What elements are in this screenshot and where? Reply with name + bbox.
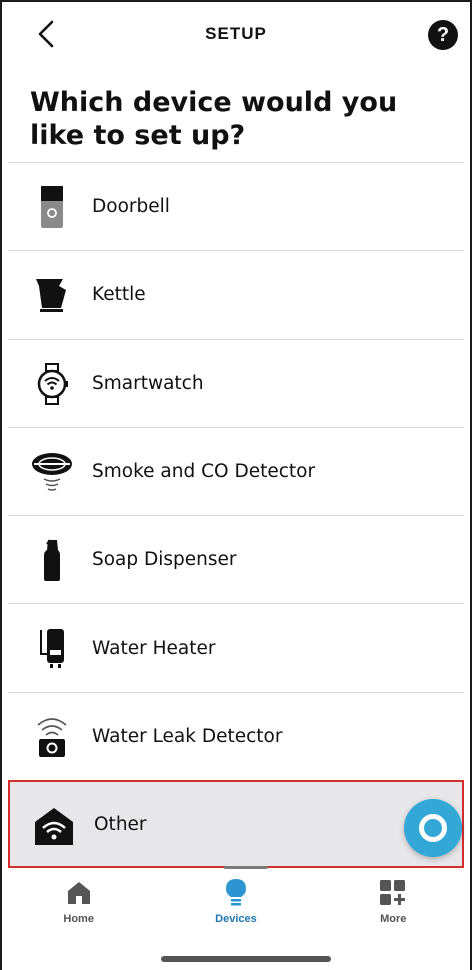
list-item-label: Smartwatch xyxy=(92,372,204,394)
list-item-smoke-detector[interactable]: Smoke and CO Detector xyxy=(8,426,464,515)
water-heater-icon xyxy=(30,626,74,670)
device-list: Doorbell Kettle Smartwatch Smoke and CO … xyxy=(8,162,464,869)
tab-label: More xyxy=(380,913,407,925)
list-item-doorbell[interactable]: Doorbell xyxy=(8,162,464,250)
soap-dispenser-icon xyxy=(30,538,74,582)
header: SETUP ? xyxy=(0,0,472,72)
list-item-water-heater[interactable]: Water Heater xyxy=(8,603,464,691)
list-item-label: Water Heater xyxy=(92,637,216,659)
list-item-label: Smoke and CO Detector xyxy=(92,461,316,483)
help-icon: ? xyxy=(436,23,450,46)
scroll-indicator xyxy=(224,866,268,869)
doorbell-icon xyxy=(30,185,74,229)
water-leak-detector-icon xyxy=(30,715,74,759)
tab-more[interactable]: More xyxy=(315,870,472,940)
list-item-label: Kettle xyxy=(92,284,146,306)
help-button[interactable]: ? xyxy=(428,20,458,50)
bottom-tab-bar: Home Devices More xyxy=(0,870,472,940)
list-item-soap-dispenser[interactable]: Soap Dispenser xyxy=(8,515,464,603)
kettle-icon xyxy=(30,273,74,317)
home-indicator xyxy=(161,956,331,962)
list-item-label: Doorbell xyxy=(92,196,170,218)
smartwatch-icon xyxy=(30,362,74,406)
grid-plus-icon xyxy=(378,878,408,908)
home-wifi-icon xyxy=(32,804,76,848)
smoke-detector-icon xyxy=(30,450,74,494)
tab-home[interactable]: Home xyxy=(0,870,157,940)
tab-devices[interactable]: Devices xyxy=(157,870,314,940)
alexa-button[interactable] xyxy=(404,799,462,857)
list-item-label: Water Leak Detector xyxy=(92,725,283,747)
list-item-label: Other xyxy=(94,813,147,835)
list-item-other[interactable]: Other xyxy=(8,780,464,869)
list-item-kettle[interactable]: Kettle xyxy=(8,250,464,338)
tab-label: Devices xyxy=(215,913,257,925)
list-item-smartwatch[interactable]: Smartwatch xyxy=(8,338,464,427)
lightbulb-icon xyxy=(221,878,251,908)
list-item-water-leak-detector[interactable]: Water Leak Detector xyxy=(8,691,464,780)
alexa-icon xyxy=(419,814,447,842)
page-title: SETUP xyxy=(205,24,267,43)
question-heading: Which device would you like to set up? xyxy=(30,87,398,151)
home-icon xyxy=(64,878,94,908)
tab-label: Home xyxy=(63,913,94,925)
list-item-label: Soap Dispenser xyxy=(92,549,237,571)
